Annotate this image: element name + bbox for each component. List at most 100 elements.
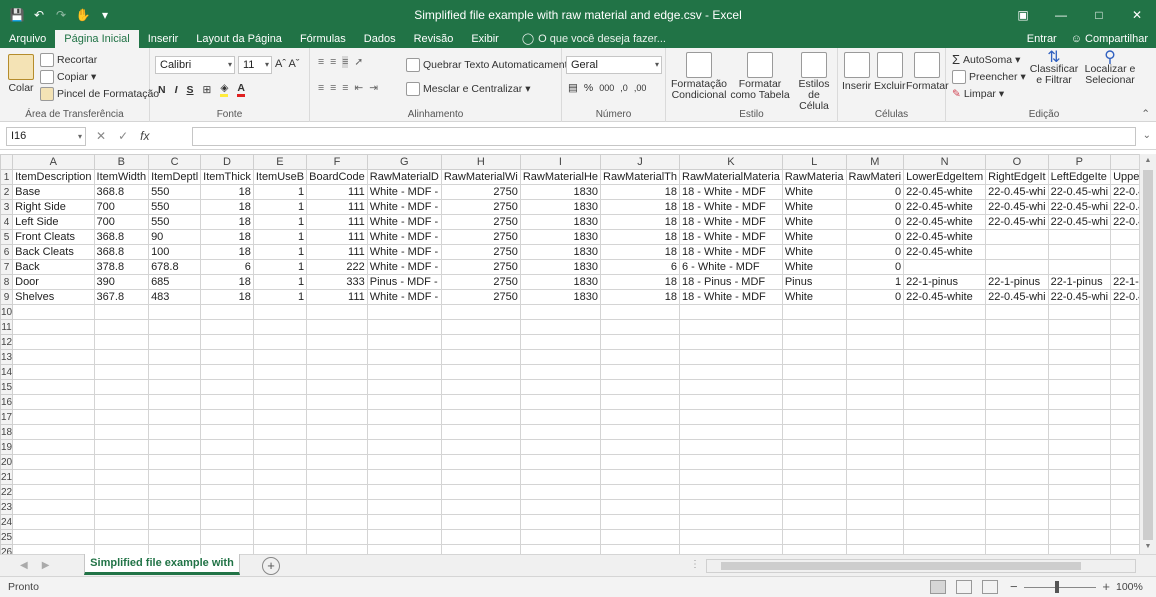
cell[interactable]: [903, 304, 987, 320]
cell[interactable]: Back: [12, 259, 95, 275]
increase-decimal-icon[interactable]: ,0: [620, 83, 628, 93]
cell[interactable]: [306, 334, 368, 350]
cell[interactable]: [12, 334, 95, 350]
number-format-select[interactable]: Geral ▾: [566, 56, 662, 74]
cell[interactable]: [985, 544, 1049, 554]
cell[interactable]: [600, 439, 680, 455]
cell[interactable]: [148, 484, 202, 500]
cell[interactable]: White - MDF -: [366, 184, 442, 200]
cell[interactable]: [252, 364, 308, 380]
cell[interactable]: [1047, 229, 1112, 245]
formula-input[interactable]: [192, 127, 1136, 146]
cell[interactable]: White - MDF -: [366, 199, 442, 215]
cell[interactable]: [1047, 544, 1112, 554]
cell[interactable]: [1047, 484, 1112, 500]
cell[interactable]: Back Cleats: [12, 244, 95, 260]
row-header[interactable]: 10: [0, 304, 14, 320]
cell[interactable]: [845, 394, 905, 410]
cell[interactable]: [12, 454, 95, 470]
row-header[interactable]: 26: [0, 544, 14, 554]
tab-view[interactable]: Exibir: [462, 30, 508, 48]
cell[interactable]: [440, 529, 521, 545]
cell[interactable]: 111: [306, 214, 368, 230]
cell[interactable]: [366, 409, 442, 425]
cell[interactable]: White: [781, 244, 847, 260]
redo-icon[interactable]: ↷: [50, 4, 72, 26]
cell[interactable]: [306, 379, 368, 395]
cell[interactable]: ItemDescription: [12, 169, 95, 185]
row-header[interactable]: 13: [0, 349, 14, 365]
cell[interactable]: [985, 454, 1049, 470]
cell[interactable]: RawMaterialWi: [440, 169, 521, 185]
cell[interactable]: [366, 544, 442, 554]
cell[interactable]: [148, 439, 202, 455]
delete-cells-button[interactable]: Excluir: [874, 52, 906, 92]
number-format-buttons[interactable]: ▤ % 000 ,0 ,00: [568, 82, 646, 94]
cell[interactable]: [679, 484, 783, 500]
cell[interactable]: [985, 529, 1049, 545]
cell[interactable]: [845, 439, 905, 455]
cell[interactable]: 22-1-pinus: [985, 274, 1049, 290]
cell[interactable]: [519, 439, 602, 455]
cell[interactable]: 111: [306, 184, 368, 200]
align-middle-icon[interactable]: ≡: [330, 56, 336, 68]
cell[interactable]: [1047, 349, 1112, 365]
cell[interactable]: [679, 544, 783, 554]
cell[interactable]: [200, 349, 254, 365]
cell[interactable]: [985, 484, 1049, 500]
cell[interactable]: White - MDF -: [366, 244, 442, 260]
cell[interactable]: [366, 454, 442, 470]
cell[interactable]: [903, 454, 987, 470]
cell[interactable]: 1830: [519, 199, 602, 215]
cell[interactable]: 111: [306, 289, 368, 305]
cell[interactable]: [845, 514, 905, 530]
cell[interactable]: 700: [93, 214, 150, 230]
cell[interactable]: [781, 439, 847, 455]
cell[interactable]: [600, 424, 680, 440]
cell[interactable]: [985, 334, 1049, 350]
cell[interactable]: Shelves: [12, 289, 95, 305]
cell[interactable]: 0: [845, 214, 905, 230]
cell[interactable]: 2750: [440, 229, 521, 245]
cell[interactable]: 22-0.45-whi: [1047, 199, 1112, 215]
cell[interactable]: [252, 334, 308, 350]
cell[interactable]: [200, 484, 254, 500]
cell[interactable]: White: [781, 214, 847, 230]
cell[interactable]: [679, 409, 783, 425]
cell[interactable]: 18: [200, 214, 254, 230]
cell[interactable]: 22-0.45-whi: [985, 214, 1049, 230]
cell[interactable]: [985, 319, 1049, 335]
cell[interactable]: [93, 469, 150, 485]
cell[interactable]: [903, 439, 987, 455]
row-header[interactable]: 4: [0, 214, 14, 230]
cell[interactable]: [12, 499, 95, 515]
cell[interactable]: [1047, 409, 1112, 425]
cell[interactable]: [903, 484, 987, 500]
column-header[interactable]: K: [679, 154, 783, 170]
cell[interactable]: 550: [148, 199, 202, 215]
orientation-icon[interactable]: ➚: [354, 56, 363, 68]
insert-function-icon[interactable]: fx: [140, 127, 149, 146]
cell[interactable]: [440, 454, 521, 470]
cell[interactable]: [200, 394, 254, 410]
cell[interactable]: [252, 514, 308, 530]
cell[interactable]: White: [781, 199, 847, 215]
row-header[interactable]: 6: [0, 244, 14, 260]
cell[interactable]: [1047, 244, 1112, 260]
cell[interactable]: Right Side: [12, 199, 95, 215]
cell[interactable]: [985, 304, 1049, 320]
cell[interactable]: [781, 529, 847, 545]
cell[interactable]: [366, 319, 442, 335]
cell[interactable]: Door: [12, 274, 95, 290]
cell[interactable]: [1047, 394, 1112, 410]
scroll-up-icon[interactable]: ▲: [1140, 154, 1156, 168]
cell[interactable]: [306, 409, 368, 425]
cell[interactable]: 2750: [440, 199, 521, 215]
cell[interactable]: [200, 364, 254, 380]
cell[interactable]: 1830: [519, 229, 602, 245]
cell[interactable]: 6: [200, 259, 254, 275]
cell[interactable]: [252, 499, 308, 515]
cell[interactable]: [200, 424, 254, 440]
zoom-knob[interactable]: [1055, 581, 1059, 593]
cell[interactable]: [679, 499, 783, 515]
